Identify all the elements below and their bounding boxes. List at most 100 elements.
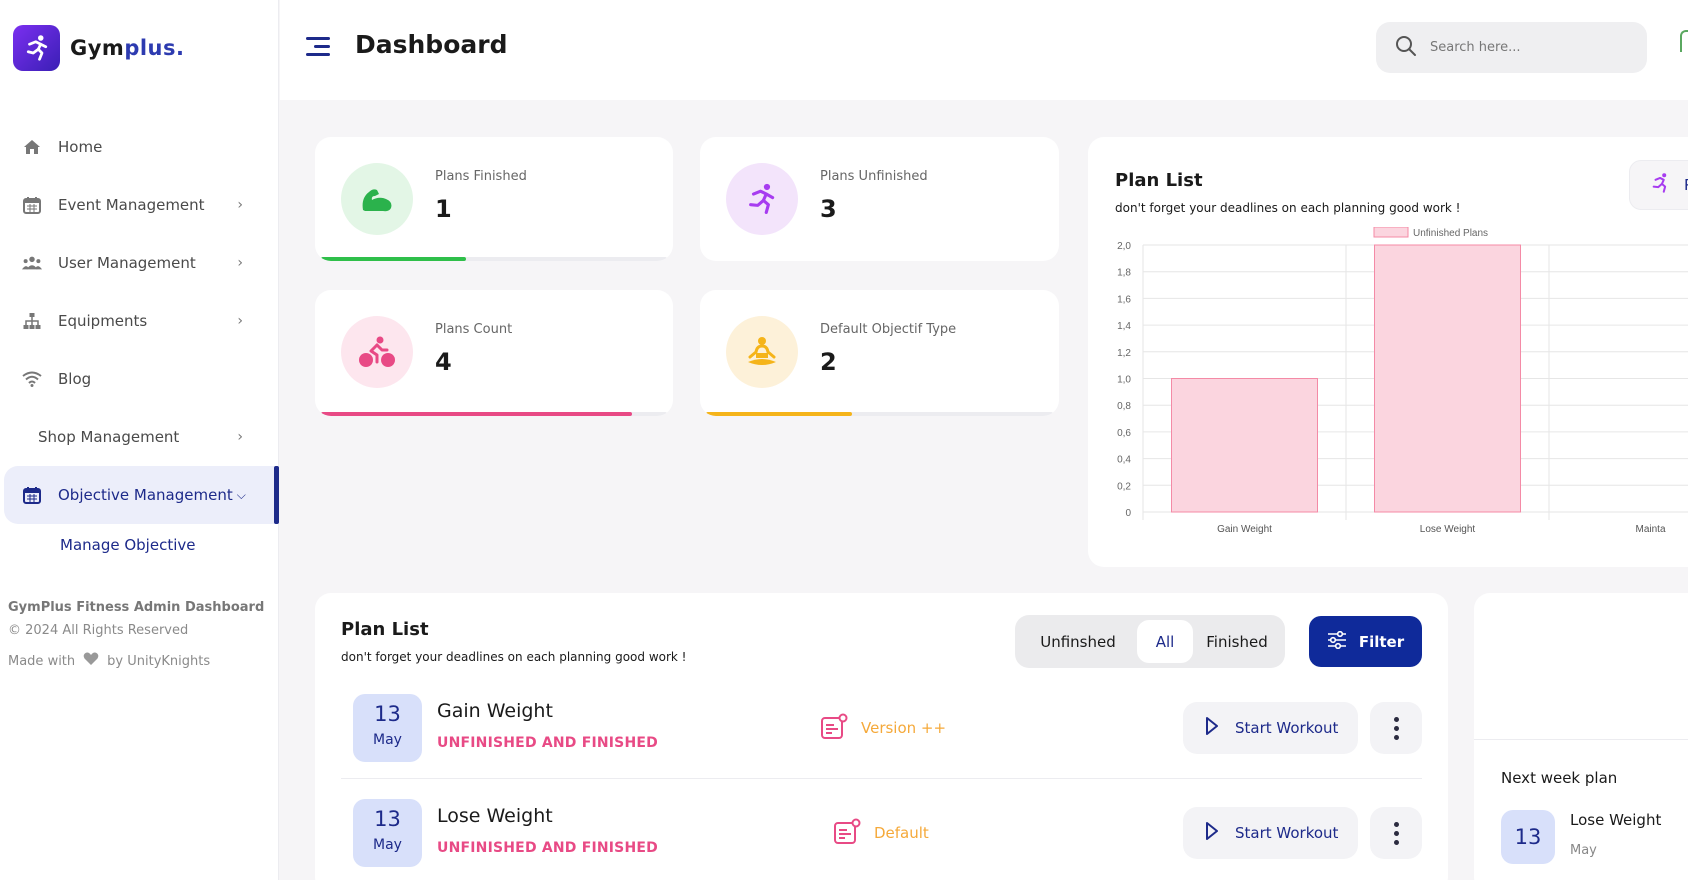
stat-value: 4 (435, 348, 452, 376)
chevron-down-icon: ⌵ (236, 487, 246, 502)
chevron-right-icon: › (237, 429, 243, 445)
footer-copyright: © 2024 All Rights Reserved (8, 623, 189, 638)
divider (1474, 739, 1688, 740)
x-tick-label: Gain Weight (1217, 524, 1272, 535)
legend-label: Unfinished Plans (1413, 228, 1488, 239)
next-week-card: Next week plan 13 Lose Weight May (1474, 593, 1688, 880)
stat-value: 2 (820, 348, 837, 376)
plan-list-chart: 0 0,2 0,4 0,6 0,8 1,0 1,2 1,4 1,6 1,8 2,0 Gain Weig… (1117, 227, 1688, 535)
sidebar: Gymplus. Home Event Management › User Ma… (0, 0, 279, 880)
next-plan-month: May (1570, 843, 1597, 858)
sidebar-item-equipments[interactable]: Equipments › (0, 292, 279, 350)
stat-label: Plans Count (435, 322, 513, 337)
y-tick-label: 0,8 (1117, 401, 1131, 412)
sitemap-icon (22, 311, 42, 331)
chevron-right-icon: › (237, 313, 243, 329)
stat-progress-fill (706, 412, 852, 416)
footer-credit: Made with by UnityKnights (8, 652, 268, 670)
start-workout-label: Start Workout (1235, 719, 1339, 737)
y-tick-label: 1,6 (1117, 294, 1131, 305)
plan-name: Lose Weight (437, 805, 553, 827)
legend-swatch (1373, 227, 1409, 238)
filter-button[interactable]: Filter (1309, 616, 1422, 667)
running-icon (1650, 172, 1672, 198)
search-box[interactable] (1376, 22, 1647, 73)
chart-bar (1171, 378, 1318, 513)
plan-type-label: Default (874, 824, 929, 842)
sidebar-footer: GymPlus Fitness Admin Dashboard © 2024 A… (8, 600, 268, 670)
date-month: May (373, 837, 402, 853)
stat-label: Default Objectif Type (820, 322, 957, 337)
more-options-button[interactable] (1370, 807, 1422, 859)
sidebar-item-label: Equipments (58, 312, 148, 330)
y-tick-label: 0 (1125, 508, 1131, 519)
brand-logo[interactable]: Gymplus. (13, 25, 184, 71)
card-subtitle: don't forget your deadlines on each plan… (1115, 201, 1461, 215)
stat-progress (706, 412, 1053, 416)
next-week-title: Next week plan (1501, 769, 1618, 787)
home-icon (22, 137, 42, 157)
play-icon (1205, 822, 1219, 844)
sliders-icon (1327, 630, 1347, 653)
sidebar-item-event-management[interactable]: Event Management › (0, 176, 279, 234)
tab-all[interactable]: All (1137, 620, 1193, 663)
date-badge: 13 May (353, 799, 422, 867)
cycling-icon (341, 316, 413, 388)
plan-type: Version ++ (821, 713, 946, 743)
top-header: Dashboard (280, 0, 1688, 100)
y-tick-label: 1,0 (1117, 375, 1131, 386)
list-item: 13 May Gain Weight UNFINISHED AND FINISH… (341, 683, 1422, 779)
y-tick-label: 1,8 (1117, 268, 1131, 279)
sidebar-item-label: Objective Management (58, 486, 233, 504)
x-tick-label: Mainta (1635, 524, 1665, 535)
date-badge: 13 May (353, 694, 422, 762)
tab-unfinished[interactable]: Unfinshed (1019, 620, 1137, 663)
document-icon (834, 818, 862, 848)
chart-action-button[interactable]: P (1629, 160, 1688, 210)
chart-action-label: P (1684, 176, 1688, 194)
date-day: 13 (374, 702, 401, 726)
running-icon (726, 163, 798, 235)
document-icon (821, 713, 849, 743)
stat-label: Plans Finished (435, 169, 527, 184)
y-tick-label: 0,2 (1117, 481, 1131, 492)
page-title: Dashboard (355, 30, 508, 59)
search-input[interactable] (1430, 40, 1630, 55)
start-workout-button[interactable]: Start Workout (1183, 702, 1358, 754)
sidebar-item-blog[interactable]: Blog (0, 350, 279, 408)
menu-toggle-icon[interactable] (306, 37, 330, 57)
sidebar-item-shop-management[interactable]: Shop Management › (0, 408, 279, 466)
list-item: 13 May Lose Weight UNFINISHED AND FINISH… (341, 788, 1422, 880)
stat-progress (321, 412, 667, 416)
footer-made-with: Made with (8, 653, 76, 669)
y-tick-label: 1,2 (1117, 348, 1131, 359)
sidebar-item-label: Event Management (58, 196, 205, 214)
sidebar-item-user-management[interactable]: User Management › (0, 234, 279, 292)
chevron-right-icon: › (237, 255, 243, 271)
start-workout-button[interactable]: Start Workout (1183, 807, 1358, 859)
next-plan-name: Lose Weight (1570, 811, 1662, 829)
stat-progress-fill (321, 257, 467, 261)
chart-card: Plan List don't forget your deadlines on… (1088, 137, 1688, 567)
chart-bar (1374, 244, 1521, 513)
sidebar-item-objective-management[interactable]: Objective Management ⌵ (4, 466, 279, 524)
y-tick-label: 0,4 (1117, 455, 1131, 466)
tab-finished[interactable]: Finished (1193, 620, 1281, 663)
profile-avatar[interactable] (1680, 30, 1688, 52)
sidebar-subitem-manage-objective[interactable]: Manage Objective (0, 524, 279, 566)
date-day: 13 (374, 807, 401, 831)
meditation-icon (726, 316, 798, 388)
runner-logo-icon (13, 25, 60, 71)
calendar-icon (22, 195, 42, 215)
plan-status: UNFINISHED AND FINISHED (437, 840, 658, 856)
sidebar-item-home[interactable]: Home (0, 118, 279, 176)
footer-by: by UnityKnights (107, 653, 211, 669)
plan-name: Gain Weight (437, 700, 553, 722)
start-workout-label: Start Workout (1235, 824, 1339, 842)
plan-status: UNFINISHED AND FINISHED (437, 735, 658, 751)
stat-progress-fill (321, 412, 633, 416)
play-icon (1205, 717, 1219, 739)
more-options-button[interactable] (1370, 702, 1422, 754)
plan-type-label: Version ++ (861, 719, 947, 737)
search-icon (1394, 34, 1418, 62)
